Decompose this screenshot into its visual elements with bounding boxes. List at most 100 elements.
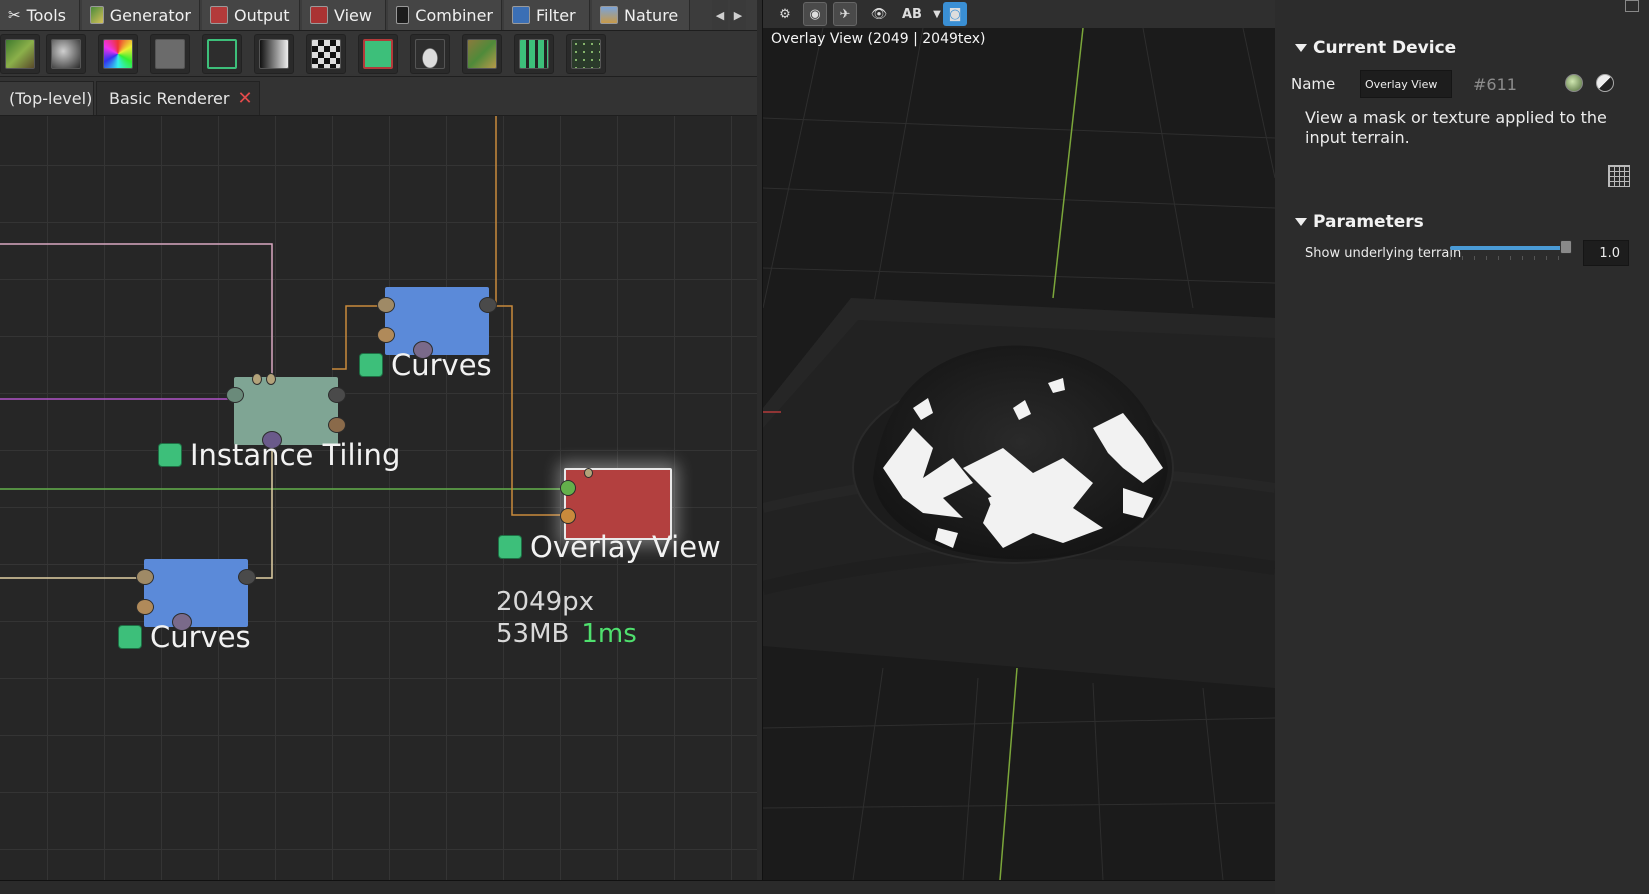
current-device-header[interactable]: Current Device (1295, 38, 1456, 58)
filter-icon (512, 6, 530, 24)
device-erosion-button[interactable] (462, 34, 502, 74)
status-indicator (359, 353, 383, 377)
curves-node-bottom[interactable] (136, 559, 256, 631)
checker-icon (311, 39, 341, 69)
device-colorize-button[interactable] (98, 34, 138, 74)
tab-tools[interactable]: ✂ Tools (0, 0, 80, 30)
collapse-arrow-icon (1295, 218, 1307, 226)
device-save-button[interactable] (202, 34, 242, 74)
constant-icon (155, 39, 185, 69)
device-name-field[interactable]: Overlay View (1360, 70, 1452, 98)
device-scatter-button[interactable] (566, 34, 606, 74)
device-gradient-button[interactable] (254, 34, 294, 74)
parameters-header[interactable]: Parameters (1295, 212, 1424, 232)
current-device-title: Current Device (1313, 38, 1457, 58)
node-memory: 53MB (496, 619, 570, 649)
tab-tools-label: Tools (26, 5, 66, 25)
collapse-arrow-icon (1295, 44, 1307, 52)
ab-compare-button[interactable]: AB (897, 2, 927, 26)
tab-view-label: View (334, 5, 372, 25)
scatter-icon (571, 39, 601, 69)
show-terrain-slider-handle[interactable] (1560, 240, 1572, 254)
colorize-icon (103, 39, 133, 69)
tab-filter[interactable]: Filter (504, 0, 590, 30)
input-port[interactable] (226, 387, 244, 403)
device-terrain-button[interactable] (0, 34, 40, 74)
close-icon[interactable]: ✕ (237, 89, 252, 108)
tab-generator[interactable]: Generator (82, 0, 200, 30)
tiling-icon (519, 39, 549, 69)
input-port[interactable] (266, 373, 276, 385)
mask-icon (363, 39, 393, 69)
tab-view[interactable]: View (302, 0, 386, 30)
device-checker-button[interactable] (306, 34, 346, 74)
ab-label: AB (902, 6, 922, 22)
curves-node-top[interactable] (377, 287, 497, 359)
show-terrain-slider-track[interactable] (1450, 246, 1568, 250)
tab-output-label: Output (234, 5, 290, 25)
view-toolbar: ⚙ ◉ ✈ 👁 AB ▼ ◙ (763, 0, 1275, 28)
tab-combiner-label: Combiner (415, 5, 493, 25)
erosion-icon (467, 39, 497, 69)
scroll-right-arrow-icon[interactable]: ▶ (730, 0, 746, 30)
node-graph-canvas[interactable]: Curves Instance Tiling Overlay View 2049… (0, 116, 757, 880)
instance-tiling-node-label: Instance Tiling (158, 438, 400, 472)
tools-icon: ✂ (8, 6, 21, 24)
contrast-icon[interactable] (1596, 74, 1614, 92)
show-terrain-value[interactable]: 1.0 (1583, 240, 1629, 266)
input-port[interactable] (377, 297, 395, 313)
3d-view-panel: ⚙ ◉ ✈ 👁 AB ▼ ◙ Overlay View (2049 | 2049… (762, 0, 1275, 880)
input-port[interactable] (560, 508, 576, 524)
capture-icon[interactable]: ◙ (943, 2, 967, 26)
device-shape-button[interactable] (410, 34, 450, 74)
status-indicator (118, 625, 142, 649)
grid-settings-icon[interactable] (1608, 165, 1630, 187)
save-icon (207, 39, 237, 69)
device-mask-button[interactable] (358, 34, 398, 74)
status-indicator (158, 443, 182, 467)
tab-combiner[interactable]: Combiner (388, 0, 502, 30)
properties-panel: Current Device Name Overlay View #611 Vi… (1275, 0, 1649, 893)
input-port[interactable] (136, 569, 154, 585)
orbit-camera-icon[interactable]: ◉ (803, 2, 827, 26)
tab-filter-label: Filter (536, 5, 576, 25)
node-resolution: 2049px (496, 587, 595, 617)
camera-settings-icon[interactable]: ⚙ (773, 2, 797, 26)
terrain-icon (5, 39, 35, 69)
device-noise-button[interactable] (46, 34, 86, 74)
output-port[interactable] (328, 417, 346, 433)
device-preview-icon[interactable] (1565, 74, 1583, 92)
tab-nature[interactable]: Nature (592, 0, 690, 30)
wire-orange-2 (482, 305, 566, 516)
graph-editor-panel: ✂ Tools Generator Output View Combiner F… (0, 0, 757, 880)
device-id: #611 (1473, 75, 1517, 94)
device-description: View a mask or texture applied to the in… (1305, 108, 1607, 147)
nature-icon (600, 6, 618, 24)
show-terrain-label: Show underlying terrain (1305, 246, 1462, 261)
view-caption: Overlay View (2049 | 2049tex) (771, 31, 986, 47)
eye-icon[interactable]: 👁 (867, 2, 891, 26)
maximize-icon[interactable] (1625, 0, 1639, 12)
node-time: 1ms (581, 619, 637, 649)
node-title: Instance Tiling (190, 438, 401, 472)
input-port[interactable] (136, 599, 154, 615)
tab-basic-renderer[interactable]: Basic Renderer ✕ (96, 81, 260, 115)
device-constant-button[interactable] (150, 34, 190, 74)
tab-top-level[interactable]: (Top-level) (0, 81, 94, 115)
input-port[interactable] (584, 468, 593, 478)
input-port[interactable] (252, 373, 262, 385)
input-port[interactable] (560, 480, 576, 496)
instance-tiling-node[interactable] (226, 373, 346, 449)
wire-pink (0, 243, 273, 378)
input-port[interactable] (377, 327, 395, 343)
fly-camera-icon[interactable]: ✈ (833, 2, 857, 26)
tab-output[interactable]: Output (202, 0, 300, 30)
status-indicator (498, 535, 522, 559)
output-port[interactable] (479, 297, 497, 313)
3d-viewport[interactable] (763, 28, 1275, 880)
output-port[interactable] (238, 569, 256, 585)
gradient-icon (259, 39, 289, 69)
device-tiling-button[interactable] (514, 34, 554, 74)
scroll-left-arrow-icon[interactable]: ◀ (712, 0, 728, 30)
output-port[interactable] (328, 387, 346, 403)
